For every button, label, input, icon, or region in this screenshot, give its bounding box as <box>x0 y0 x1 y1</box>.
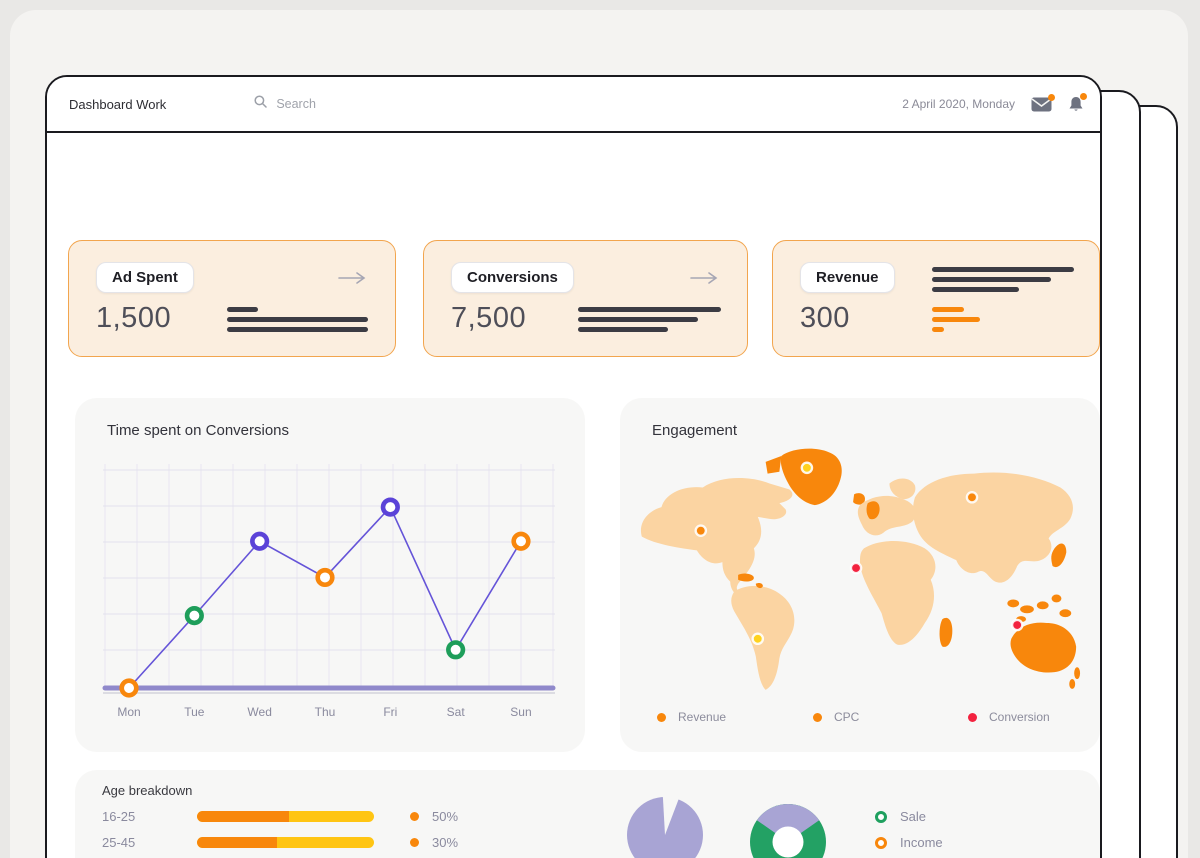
world-map[interactable] <box>632 444 1084 694</box>
svg-text:Sat: Sat <box>447 705 466 719</box>
age-breakdown-card: Age breakdown 16-25 50% 25-45 30% Sale I… <box>75 770 1100 858</box>
percent-dot <box>410 838 419 847</box>
age-bar-fill <box>197 811 289 822</box>
map-title: Engagement <box>652 422 737 439</box>
pie-chart[interactable] <box>625 795 705 858</box>
stat-value: 300 <box>800 302 850 335</box>
skeleton-line <box>932 267 1074 272</box>
time-spent-chart-card: Time spent on Conversions MonTueWedThuFr… <box>75 398 585 752</box>
notification-bell-icon[interactable] <box>1068 96 1084 113</box>
percent-dot <box>410 812 419 821</box>
mail-icon[interactable] <box>1031 97 1052 112</box>
skeleton-line <box>932 307 964 312</box>
skeleton-line <box>227 307 258 312</box>
svg-text:Tue: Tue <box>184 705 205 719</box>
arrow-right-icon[interactable] <box>337 271 367 290</box>
age-title: Age breakdown <box>102 783 192 798</box>
skeleton-line <box>227 317 368 322</box>
legend-item-conversion: Conversion <box>968 710 1050 724</box>
legend-label: Conversion <box>989 710 1050 724</box>
topbar: Dashboard Work 2 April 2020, Monday <box>47 77 1100 133</box>
age-bar <box>197 811 374 822</box>
engagement-map-card: Engagement Revenue CPC Conversion <box>620 398 1100 752</box>
svg-text:Sun: Sun <box>510 705 531 719</box>
skeleton-line <box>227 327 368 332</box>
search-box[interactable] <box>254 95 506 113</box>
page-title: Dashboard Work <box>69 97 166 112</box>
donut-chart[interactable] <box>748 802 828 858</box>
date-text: 2 April 2020, Monday <box>902 97 1015 111</box>
stat-label-pill: Ad Spent <box>96 262 194 293</box>
svg-text:Wed: Wed <box>247 705 271 719</box>
legend-dot <box>968 713 977 722</box>
arrow-right-icon[interactable] <box>689 271 719 290</box>
stat-card-revenue[interactable]: Revenue 300 <box>772 240 1100 357</box>
age-bar <box>197 837 374 848</box>
line-chart[interactable]: Mon Tue Wed Thu Fri Sat Sun <box>75 398 585 752</box>
legend-label: Sale <box>900 809 926 824</box>
skeleton-line <box>932 317 980 322</box>
age-range-label: 25-45 <box>102 835 197 850</box>
stat-label-pill: Revenue <box>800 262 895 293</box>
age-range-label: 16-25 <box>102 809 197 824</box>
age-bar-fill <box>197 837 277 848</box>
legend-label: CPC <box>834 710 859 724</box>
legend-ring <box>875 837 887 849</box>
search-icon <box>254 95 267 113</box>
stat-value: 7,500 <box>451 302 526 335</box>
svg-text:Thu: Thu <box>315 705 336 719</box>
legend-label: Revenue <box>678 710 726 724</box>
topbar-right: 2 April 2020, Monday <box>902 96 1084 113</box>
stat-value: 1,500 <box>96 302 171 335</box>
percent-value: 50% <box>432 809 458 824</box>
age-row-25-45: 25-45 30% <box>102 834 458 850</box>
skeleton-line <box>578 317 698 322</box>
stat-card-conversions[interactable]: Conversions 7,500 <box>423 240 748 357</box>
legend-label: Income <box>900 835 943 850</box>
skeleton-line <box>932 287 1019 292</box>
skeleton-line <box>578 307 721 312</box>
skeleton-line <box>932 327 944 332</box>
search-input[interactable] <box>276 97 506 111</box>
legend-item-cpc: CPC <box>813 710 859 724</box>
percent-value: 30% <box>432 835 458 850</box>
skeleton-line <box>932 277 1051 282</box>
skeleton-line <box>578 327 668 332</box>
age-row-16-25: 16-25 50% <box>102 808 458 824</box>
legend-item-income: Income <box>875 835 943 850</box>
svg-text:Fri: Fri <box>383 705 397 719</box>
svg-text:Mon: Mon <box>117 705 140 719</box>
stat-card-ad-spent[interactable]: Ad Spent 1,500 <box>68 240 396 357</box>
legend-dot <box>813 713 822 722</box>
legend-ring <box>875 811 887 823</box>
legend-item-sale: Sale <box>875 809 926 824</box>
stat-cards-row: Ad Spent 1,500 Conversions 7,500 Revenue… <box>68 240 1100 357</box>
legend-item-revenue: Revenue <box>657 710 726 724</box>
dashboard-window: Dashboard Work 2 April 2020, Monday Ad S… <box>45 75 1102 858</box>
legend-dot <box>657 713 666 722</box>
stat-label-pill: Conversions <box>451 262 574 293</box>
